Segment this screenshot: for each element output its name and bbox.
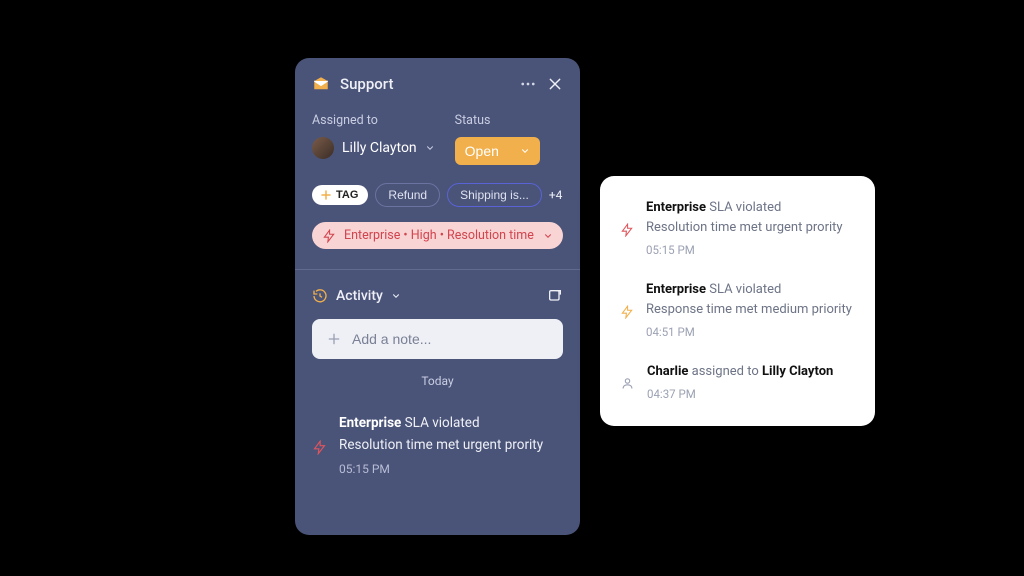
popover-text: Enterprise SLA violated Resolution time … bbox=[646, 198, 843, 260]
tag-chip[interactable]: Refund bbox=[375, 183, 440, 207]
tags-row: TAG Refund Shipping is... +4 bbox=[312, 183, 563, 207]
assigned-field: Assigned to Lilly Clayton bbox=[312, 113, 435, 165]
assignee-selector[interactable]: Lilly Clayton bbox=[312, 137, 435, 159]
bolt-icon bbox=[620, 281, 634, 342]
divider bbox=[295, 269, 580, 270]
activity-item: Enterprise SLA violated Resolution time … bbox=[312, 413, 563, 479]
popover-actor: Charlie bbox=[647, 364, 688, 379]
tag-chip[interactable]: Shipping is... bbox=[447, 183, 542, 207]
bolt-icon bbox=[620, 199, 634, 260]
popover-subtitle: Resolution time met urgent prority bbox=[646, 218, 843, 238]
assigned-label: Assigned to bbox=[312, 113, 435, 128]
status-value: Open bbox=[465, 143, 499, 159]
today-label: Today bbox=[312, 374, 563, 388]
sla-text: Enterprise • High • Resolution time bbox=[344, 228, 535, 243]
chevron-down-icon[interactable] bbox=[391, 291, 401, 301]
status-label: Status bbox=[455, 113, 540, 128]
chevron-down-icon bbox=[543, 231, 553, 241]
avatar bbox=[312, 137, 334, 159]
popover-title-bold: Enterprise bbox=[646, 282, 706, 297]
activity-title: Activity bbox=[336, 288, 383, 304]
person-icon bbox=[620, 363, 635, 404]
tag-button-label: TAG bbox=[336, 189, 358, 201]
popover-item: Enterprise SLA violated Response time me… bbox=[620, 280, 867, 342]
bolt-icon bbox=[312, 415, 327, 479]
activity-title-rest: SLA violated bbox=[401, 415, 479, 431]
status-field: Status Open bbox=[455, 113, 540, 165]
note-text-field[interactable] bbox=[352, 331, 549, 347]
status-dropdown[interactable]: Open bbox=[455, 137, 540, 165]
activity-popover: Enterprise SLA violated Resolution time … bbox=[600, 176, 875, 426]
fields-row: Assigned to Lilly Clayton Status Open bbox=[312, 113, 563, 165]
expand-icon[interactable] bbox=[547, 288, 563, 304]
popover-title-bold: Enterprise bbox=[646, 200, 706, 215]
popover-time: 04:51 PM bbox=[646, 324, 852, 342]
inbox-icon bbox=[312, 75, 330, 93]
activity-text: Enterprise SLA violated Resolution time … bbox=[339, 413, 543, 479]
popover-middle: assigned to bbox=[688, 364, 762, 379]
close-icon[interactable] bbox=[547, 76, 563, 92]
popover-item: Enterprise SLA violated Resolution time … bbox=[620, 198, 867, 260]
add-tag-button[interactable]: TAG bbox=[312, 185, 368, 205]
bolt-icon bbox=[322, 229, 336, 243]
assignee-name: Lilly Clayton bbox=[342, 140, 417, 156]
history-icon bbox=[312, 288, 328, 304]
popover-time: 05:15 PM bbox=[646, 242, 843, 260]
popover-text: Enterprise SLA violated Response time me… bbox=[646, 280, 852, 342]
popover-title-rest: SLA violated bbox=[706, 282, 781, 297]
support-panel: Support Assigned to Lilly Clayton Status… bbox=[295, 58, 580, 535]
panel-header: Support bbox=[312, 75, 563, 93]
popover-text: Charlie assigned to Lilly Clayton 04:37 … bbox=[647, 362, 833, 404]
panel-title: Support bbox=[340, 75, 509, 93]
popover-item: Charlie assigned to Lilly Clayton 04:37 … bbox=[620, 362, 867, 404]
activity-header: Activity bbox=[312, 288, 563, 304]
popover-title-rest: SLA violated bbox=[706, 200, 781, 215]
more-tags[interactable]: +4 bbox=[549, 188, 563, 202]
popover-target: Lilly Clayton bbox=[762, 364, 833, 379]
activity-time: 05:15 PM bbox=[339, 460, 543, 479]
sla-summary-bar[interactable]: Enterprise • High • Resolution time bbox=[312, 222, 563, 249]
activity-title-bold: Enterprise bbox=[339, 415, 401, 431]
popover-subtitle: Response time met medium priority bbox=[646, 300, 852, 320]
plus-icon bbox=[326, 331, 342, 347]
chevron-down-icon bbox=[425, 143, 435, 153]
activity-subtitle: Resolution time met urgent prority bbox=[339, 435, 543, 457]
popover-time: 04:37 PM bbox=[647, 386, 833, 404]
note-input[interactable] bbox=[312, 319, 563, 359]
more-icon[interactable] bbox=[519, 75, 537, 93]
